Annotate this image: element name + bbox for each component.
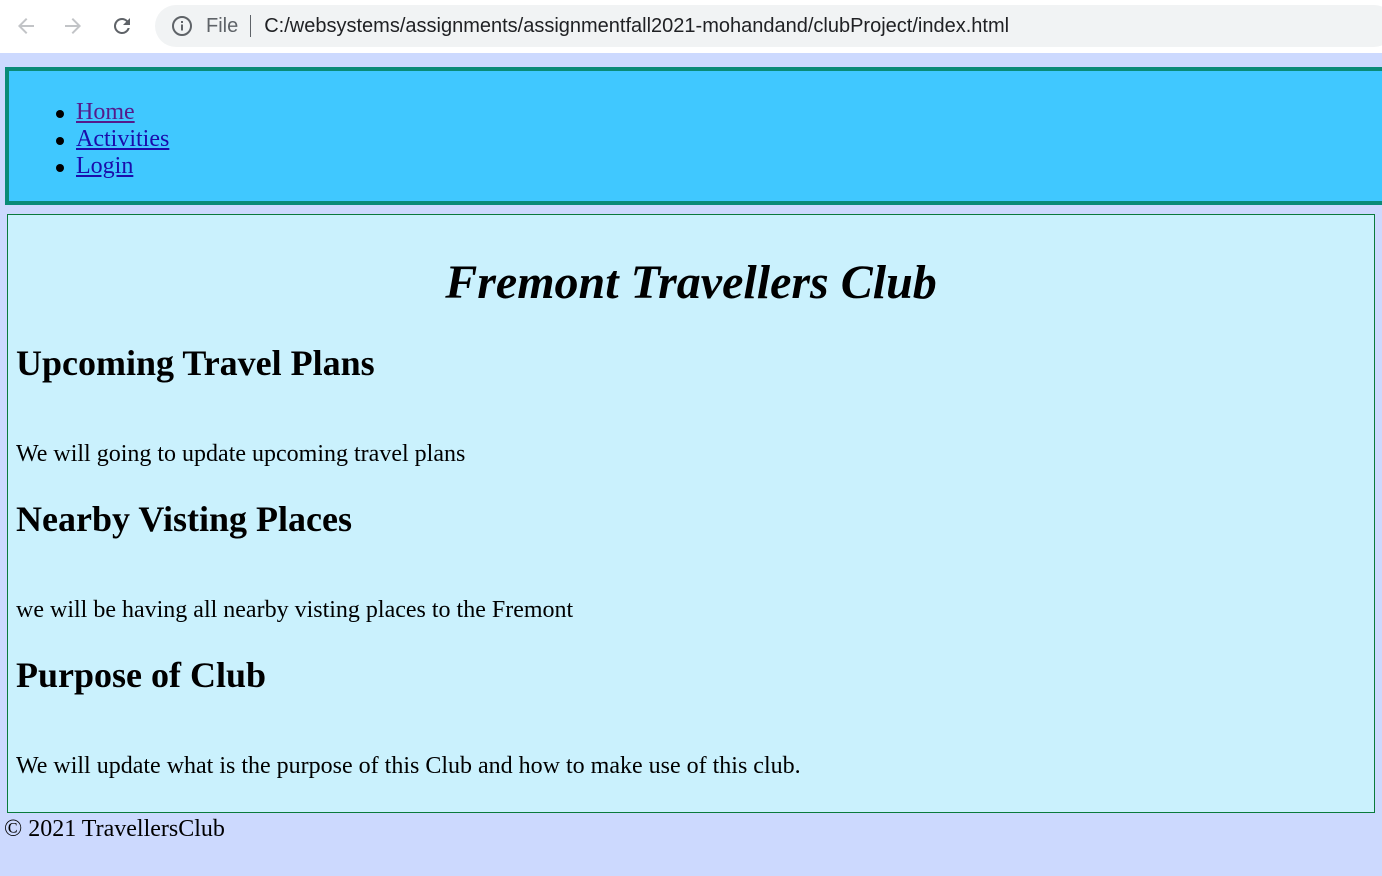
nav-link-activities[interactable]: Activities [76, 126, 169, 152]
nav-item-activities: Activities [56, 126, 169, 153]
arrow-left-icon [18, 18, 34, 34]
main-content: Fremont Travellers Club Upcoming Travel … [7, 214, 1375, 813]
arrow-right-icon [65, 18, 81, 34]
info-icon[interactable] [171, 15, 193, 37]
page-title: Fremont Travellers Club [445, 256, 937, 309]
bullet [56, 110, 64, 118]
web-page: Home Activities Login Fremont Travellers… [0, 53, 1382, 876]
footer-copyright: © 2021 TravellersClub [4, 816, 225, 842]
bullet [56, 164, 64, 172]
nav-item-home: Home [56, 99, 169, 126]
back-button[interactable] [10, 10, 42, 42]
bullet [56, 137, 64, 145]
forward-button[interactable] [57, 10, 89, 42]
reload-icon [113, 17, 130, 34]
browser-toolbar: File C:/websystems/assignments/assignmen… [0, 0, 1382, 53]
section-heading-purpose: Purpose of Club [16, 655, 267, 695]
section-heading-upcoming: Upcoming Travel Plans [16, 343, 375, 383]
address-bar[interactable]: File C:/websystems/assignments/assignmen… [155, 5, 1382, 47]
reload-button[interactable] [106, 10, 138, 42]
scheme-label: File [206, 14, 239, 37]
url-text[interactable]: C:/websystems/assignments/assignmentfall… [264, 15, 1009, 38]
address-divider [250, 15, 252, 37]
nav-link-home[interactable]: Home [76, 99, 135, 125]
section-text-nearby: we will be having all nearby visting pla… [16, 597, 574, 623]
nav-link-login[interactable]: Login [76, 153, 133, 179]
section-heading-nearby: Nearby Visting Places [16, 499, 352, 539]
nav-list: Home Activities Login [56, 99, 169, 180]
nav-item-login: Login [56, 153, 169, 180]
section-text-upcoming: We will going to update upcoming travel … [16, 441, 466, 467]
site-nav: Home Activities Login [5, 67, 1382, 205]
section-text-purpose: We will update what is the purpose of th… [16, 753, 801, 779]
